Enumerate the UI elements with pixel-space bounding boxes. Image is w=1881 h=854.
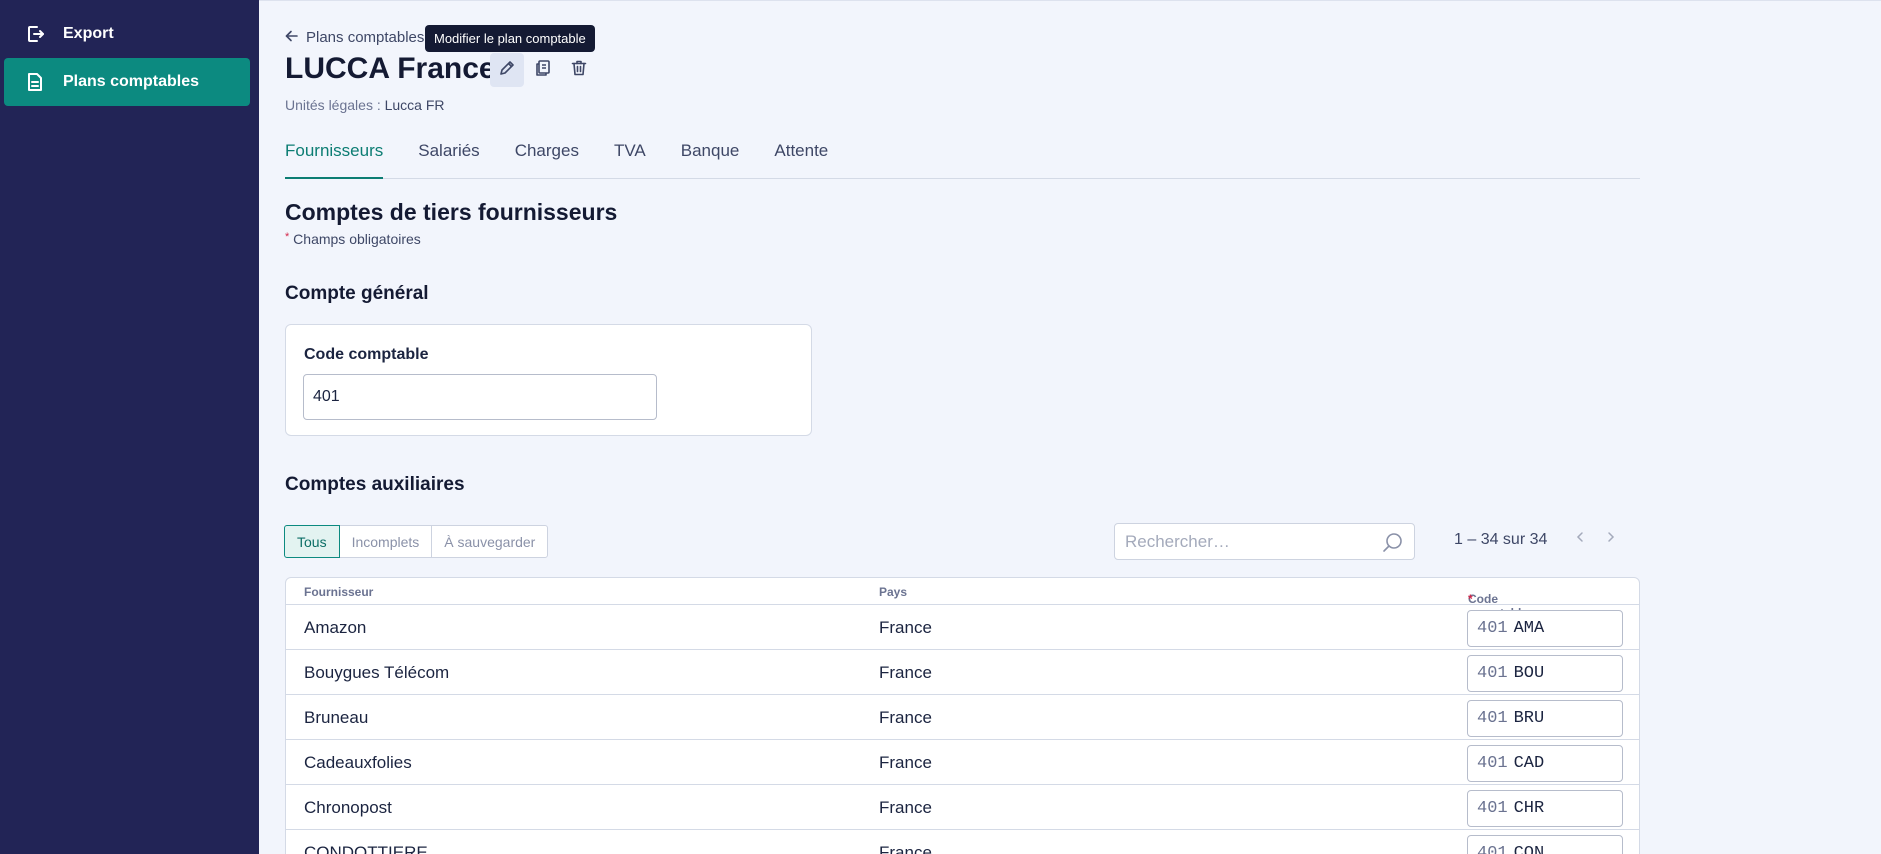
export-icon: [24, 23, 46, 45]
arrow-left-icon: [285, 29, 298, 46]
legal-units: Unités légales : Lucca FR: [285, 97, 445, 113]
code-prefix: 401: [1477, 799, 1508, 818]
code-prefix: 401: [1477, 664, 1508, 683]
required-star: *: [285, 231, 290, 243]
legal-units-value: Lucca FR: [384, 97, 445, 113]
chevron-right-icon[interactable]: [1606, 530, 1616, 549]
sidebar-item-label: Plans comptables: [63, 73, 200, 90]
code-input[interactable]: 401 CHR: [1467, 790, 1623, 827]
code-prefix: 401: [1477, 619, 1508, 638]
search-input[interactable]: [1125, 524, 1365, 559]
tab-tva[interactable]: TVA: [614, 141, 646, 179]
code-prefix: 401: [1477, 844, 1508, 854]
required-note-text: Champs obligatoires: [293, 231, 421, 247]
edit-tooltip: Modifier le plan comptable: [425, 25, 595, 52]
code-value: CHR: [1513, 799, 1545, 818]
code-value: CON: [1513, 844, 1545, 854]
supplier-name: Bouygues Télécom: [304, 663, 450, 682]
title-actions: [490, 53, 596, 87]
supplier-name: Chronopost: [304, 798, 392, 817]
general-code-input[interactable]: [303, 374, 657, 420]
table-row: Bruneau France 401 BRU: [286, 695, 1639, 740]
search-icon[interactable]: [1382, 532, 1404, 559]
supplier-country: France: [879, 798, 932, 817]
main-content: Plans comptables Modifier le plan compta…: [259, 0, 1881, 854]
tab-attente[interactable]: Attente: [774, 141, 828, 179]
filter-group: Tous Incomplets À sauvegarder: [284, 525, 549, 558]
table-row: Cadeauxfolies France 401 CAD: [286, 740, 1639, 785]
duplicate-button[interactable]: [526, 53, 560, 87]
table-header: Fournisseur Pays Code comptable *: [286, 578, 1639, 620]
tab-fournisseurs[interactable]: Fournisseurs: [285, 141, 384, 179]
tab-salaries[interactable]: Salariés: [418, 141, 479, 179]
supplier-name: Cadeauxfolies: [304, 753, 412, 772]
code-input[interactable]: 401 BOU: [1467, 655, 1623, 692]
supplier-country: France: [879, 618, 932, 637]
code-input[interactable]: 401 CAD: [1467, 745, 1623, 782]
table-row: Chronopost France 401 CHR: [286, 785, 1639, 830]
supplier-name: Amazon: [304, 618, 367, 637]
trash-icon: [570, 59, 588, 82]
tab-charges[interactable]: Charges: [515, 141, 579, 179]
suppliers-table: Fournisseur Pays Code comptable * Amazon…: [285, 577, 1640, 854]
supplier-country: France: [879, 708, 932, 727]
code-prefix: 401: [1477, 709, 1508, 728]
filter-incomplets[interactable]: Incomplets: [338, 525, 433, 558]
search-box: [1114, 523, 1415, 560]
chevron-left-icon[interactable]: [1575, 530, 1585, 549]
edit-button[interactable]: [490, 53, 524, 87]
sidebar: Export Plans comptables: [0, 0, 259, 854]
sidebar-item-plans-comptables[interactable]: Plans comptables: [4, 58, 250, 106]
required-note: * Champs obligatoires: [285, 231, 421, 247]
column-header-supplier[interactable]: Fournisseur: [304, 585, 373, 599]
legal-units-label: Unités légales :: [285, 97, 381, 113]
breadcrumb[interactable]: Plans comptables: [285, 29, 424, 46]
breadcrumb-label: Plans comptables: [306, 29, 425, 46]
supplier-name: CONDOTTIERE: [304, 843, 428, 854]
code-input[interactable]: 401 BRU: [1467, 700, 1623, 737]
supplier-country: France: [879, 843, 932, 854]
code-value: AMA: [1513, 619, 1545, 638]
general-account-title: Compte général: [285, 283, 429, 304]
code-value: BRU: [1513, 709, 1545, 728]
filter-a-sauvegarder[interactable]: À sauvegarder: [431, 525, 549, 558]
code-prefix: 401: [1477, 754, 1508, 773]
sidebar-item-export[interactable]: Export: [4, 10, 250, 58]
tabs: Fournisseurs Salariés Charges TVA Banque…: [285, 141, 1640, 179]
page-title: LUCCA France: [285, 52, 496, 85]
auxiliary-accounts-title: Comptes auxiliaires: [285, 474, 465, 495]
general-account-card: Code comptable: [285, 324, 812, 436]
delete-button[interactable]: [562, 53, 596, 87]
code-value: CAD: [1513, 754, 1545, 773]
column-header-country[interactable]: Pays: [879, 585, 907, 599]
supplier-country: France: [879, 663, 932, 682]
supplier-name: Bruneau: [304, 708, 369, 727]
pagination-count: 1 – 34 sur 34: [1454, 531, 1548, 548]
tab-banque[interactable]: Banque: [681, 141, 740, 179]
code-input[interactable]: 401 CON: [1467, 835, 1623, 854]
copy-icon: [534, 59, 552, 82]
code-label: Code comptable: [304, 346, 429, 363]
code-value: BOU: [1513, 664, 1545, 683]
table-row: CONDOTTIERE France 401 CON: [286, 830, 1639, 854]
table-row: Amazon France 401 AMA: [286, 605, 1639, 650]
code-input[interactable]: 401 AMA: [1467, 610, 1623, 647]
table-row: Bouygues Télécom France 401 BOU: [286, 650, 1639, 695]
section-title: Comptes de tiers fournisseurs: [285, 199, 618, 225]
document-icon: [24, 71, 46, 93]
required-star: *: [1468, 592, 1473, 606]
filter-tous[interactable]: Tous: [284, 525, 340, 558]
pencil-icon: [498, 59, 516, 82]
supplier-country: France: [879, 753, 932, 772]
sidebar-item-label: Export: [63, 25, 114, 42]
